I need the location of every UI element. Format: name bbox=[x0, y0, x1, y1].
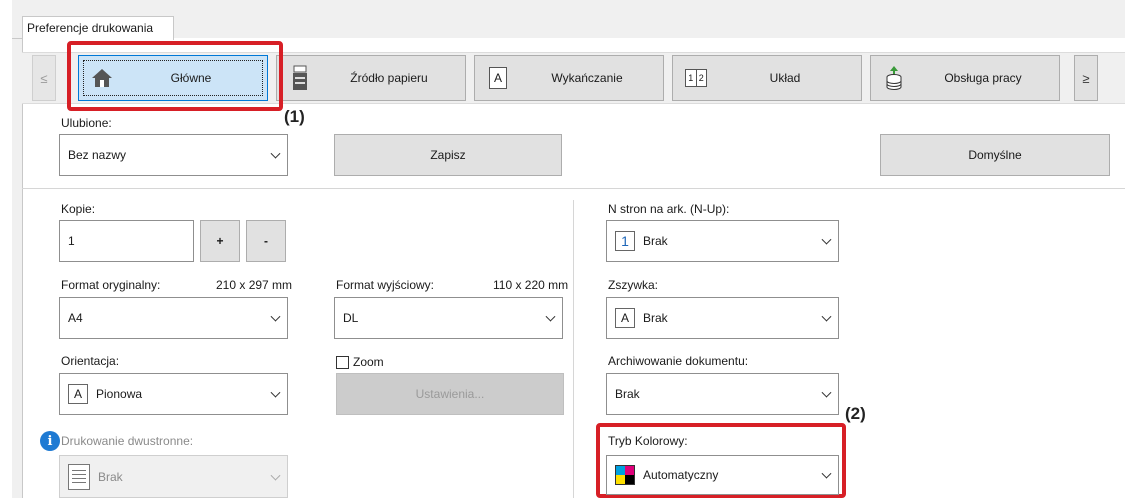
orientation-select[interactable]: A Pionowa bbox=[59, 373, 288, 415]
original-size-select[interactable]: A4 bbox=[59, 297, 288, 339]
output-size-select[interactable]: DL bbox=[334, 297, 563, 339]
info-icon: i bbox=[40, 431, 60, 451]
output-size-dimensions: 110 x 220 mm bbox=[493, 278, 569, 292]
job-handling-icon bbox=[881, 65, 907, 91]
duplex-select[interactable]: Brak bbox=[59, 455, 288, 498]
chevron-down-icon bbox=[821, 387, 832, 398]
paper-tray-icon bbox=[287, 65, 313, 91]
chevron-down-icon bbox=[821, 468, 832, 479]
nav-prev-button[interactable]: ≤ bbox=[32, 55, 56, 101]
chevron-down-icon bbox=[821, 311, 832, 322]
staple-page-icon: A bbox=[615, 308, 635, 328]
orientation-value: Pionowa bbox=[96, 387, 143, 401]
save-button[interactable]: Zapisz bbox=[334, 134, 562, 176]
copies-increment-button[interactable]: + bbox=[200, 220, 240, 262]
duplex-value: Brak bbox=[98, 469, 123, 484]
tab-job-handling[interactable]: Obsługa pracy bbox=[870, 55, 1060, 101]
chevron-down-icon bbox=[821, 234, 832, 245]
copies-input[interactable]: 1 bbox=[59, 220, 194, 262]
archive-select[interactable]: Brak bbox=[606, 373, 839, 415]
original-size-label: Format oryginalny: bbox=[61, 278, 161, 292]
original-size-value: A4 bbox=[68, 311, 83, 325]
duplex-page-icon bbox=[68, 463, 90, 490]
output-size-label: Format wyjściowy: bbox=[336, 278, 435, 292]
nup-label: N stron na ark. (N-Up): bbox=[608, 202, 730, 216]
output-size-value: DL bbox=[343, 311, 359, 325]
layout-icon: 1 2 bbox=[683, 65, 709, 91]
copies-decrement-button[interactable]: - bbox=[246, 220, 286, 262]
favorites-value: Bez nazwy bbox=[68, 148, 127, 162]
nup-value: Brak bbox=[643, 234, 668, 248]
color-auto-icon bbox=[615, 465, 635, 485]
nup-select[interactable]: 1 Brak bbox=[606, 220, 839, 262]
color-mode-select[interactable]: Automatyczny bbox=[606, 455, 839, 495]
nav-next-button[interactable]: ≥ bbox=[1074, 55, 1098, 101]
zoom-label: Zoom bbox=[353, 355, 384, 369]
divider bbox=[22, 188, 1125, 189]
chevron-down-icon bbox=[270, 311, 281, 322]
callout-1: (1) bbox=[284, 107, 305, 126]
tab-layout[interactable]: 1 2 Układ bbox=[672, 55, 862, 101]
zoom-checkbox[interactable] bbox=[336, 356, 349, 369]
nup-page-icon: 1 bbox=[615, 231, 635, 251]
duplex-label: Drukowanie dwustronne: bbox=[61, 434, 194, 448]
tab-paper-source-label: Źródło papieru bbox=[350, 71, 428, 85]
portrait-page-icon: A bbox=[68, 384, 88, 404]
tab-paper-source[interactable]: Źródło papieru bbox=[276, 55, 466, 101]
favorites-label: Ulubione: bbox=[61, 116, 112, 130]
orientation-label: Orientacja: bbox=[61, 354, 120, 368]
chevron-down-icon bbox=[545, 311, 556, 322]
staple-value: Brak bbox=[643, 311, 668, 325]
chevron-down-icon bbox=[270, 387, 281, 398]
tab-layout-label: Układ bbox=[769, 71, 801, 85]
chevron-down-icon bbox=[270, 470, 281, 481]
highlight-main-tab bbox=[67, 41, 283, 111]
default-button[interactable]: Domyślne bbox=[880, 134, 1110, 176]
favorites-select[interactable]: Bez nazwy bbox=[59, 134, 288, 176]
column-divider bbox=[573, 200, 574, 498]
tab-finishing-label: Wykańczanie bbox=[551, 71, 623, 85]
finishing-icon: A bbox=[485, 65, 511, 91]
callout-2: (2) bbox=[845, 404, 866, 423]
chevron-down-icon bbox=[270, 148, 281, 159]
copies-label: Kopie: bbox=[61, 202, 96, 216]
tab-printing-preferences[interactable]: Preferencje drukowania bbox=[22, 16, 174, 40]
staple-label: Zszywka: bbox=[608, 278, 659, 292]
staple-select[interactable]: A Brak bbox=[606, 297, 839, 339]
original-size-dimensions: 210 x 297 mm bbox=[216, 278, 293, 292]
archive-label: Archiwowanie dokumentu: bbox=[608, 354, 749, 368]
tab-finishing[interactable]: A Wykańczanie bbox=[474, 55, 664, 101]
zoom-settings-button[interactable]: Ustawienia... bbox=[336, 373, 564, 415]
tab-job-handling-label: Obsługa pracy bbox=[944, 71, 1022, 85]
archive-value: Brak bbox=[615, 387, 640, 401]
color-mode-label: Tryb Kolorowy: bbox=[608, 434, 688, 448]
color-mode-value: Automatyczny bbox=[643, 468, 719, 482]
